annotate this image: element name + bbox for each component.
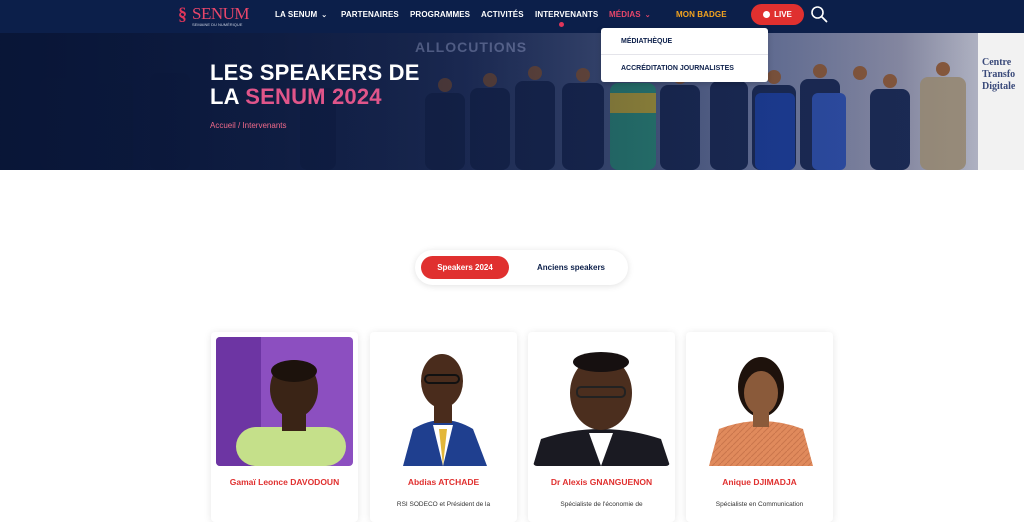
menu-item-mediatheque[interactable]: MÉDIATHÈQUE	[621, 38, 672, 45]
logo-text: SENUM	[192, 4, 250, 23]
speaker-card[interactable]: Dr Alexis GNANGUENON Spécialiste de l'éc…	[528, 332, 675, 522]
page-title-prefix: LA	[210, 84, 246, 109]
menu-item-accreditation[interactable]: ACCRÉDITATION JOURNALISTES	[621, 65, 734, 72]
nav-label: MON BADGE	[676, 10, 727, 19]
nav-label: MÉDIAS	[609, 10, 641, 19]
live-dot-icon	[763, 11, 771, 18]
top-navbar: § SENUM SEMAINE DU NUMÉRIQUE LA SENUM ⌄ P…	[0, 0, 1024, 33]
logo-mark-icon: §	[178, 4, 187, 24]
speaker-name: Anique DJIMADJA	[722, 477, 797, 487]
logo-subtitle: SEMAINE DU NUMÉRIQUE	[192, 22, 243, 27]
backdrop-banner-text: ALLOCUTIONS	[415, 39, 528, 55]
side-banner-line: Digitale	[982, 81, 1016, 92]
page-title-line1: LES SPEAKERS DE	[210, 60, 420, 85]
speaker-role: Spécialiste de l'économie de	[560, 501, 643, 508]
side-banner-panel: Centre Transfo Digitale	[978, 33, 1024, 170]
nav-label: ACTIVITÉS	[481, 10, 524, 19]
page-title-accent: SENUM 2024	[245, 84, 382, 109]
search-icon[interactable]	[810, 5, 828, 23]
hero-banner: ALLOCUTIONS Centre Transfo Digitale LES …	[0, 33, 1024, 170]
speaker-photo	[533, 337, 670, 466]
speaker-name: Gamaï Leonce DAVODOUN	[229, 477, 340, 487]
speaker-name: Abdias ATCHADE	[407, 477, 480, 487]
nav-label: INTERVENANTS	[535, 10, 599, 19]
speaker-card[interactable]: Gamaï Leonce DAVODOUN	[211, 332, 358, 522]
speaker-role: Spécialiste en Communication	[715, 501, 804, 508]
speaker-photo	[216, 337, 353, 466]
chevron-down-icon: ⌄	[644, 12, 651, 19]
tab-anciens-speakers[interactable]: Anciens speakers	[515, 256, 627, 279]
nav-item-medias[interactable]: MÉDIAS ⌄	[609, 10, 651, 19]
side-banner-line: Transfo	[982, 69, 1016, 80]
menu-divider	[601, 54, 768, 55]
speaker-photo	[375, 337, 512, 466]
speaker-card[interactable]: Anique DJIMADJA Spécialiste en Communica…	[686, 332, 833, 522]
nav-label: PROGRAMMES	[410, 10, 471, 19]
nav-label: PARTENAIRES	[341, 10, 399, 19]
side-banner-text: Centre Transfo Digitale	[982, 57, 1015, 93]
nav-item-la-senum[interactable]: LA SENUM ⌄	[275, 10, 327, 19]
nav-item-programmes[interactable]: PROGRAMMES	[410, 10, 470, 19]
nav-item-intervenants[interactable]: INTERVENANTS	[535, 10, 598, 19]
senum-logo[interactable]: § SENUM SEMAINE DU NUMÉRIQUE	[178, 3, 250, 29]
live-label: LIVE	[774, 10, 792, 19]
nav-item-partenaires[interactable]: PARTENAIRES	[341, 10, 399, 19]
active-nav-indicator	[559, 22, 564, 27]
nav-item-activites[interactable]: ACTIVITÉS	[481, 10, 524, 19]
nav-item-mon-badge[interactable]: MON BADGE	[676, 10, 727, 19]
speaker-tabs: Speakers 2024 Anciens speakers	[415, 250, 628, 285]
tab-speakers-2024[interactable]: Speakers 2024	[421, 256, 509, 279]
nav-label: LA SENUM	[275, 10, 318, 19]
live-button[interactable]: LIVE	[751, 4, 804, 25]
speaker-name: Dr Alexis GNANGUENON	[550, 477, 653, 487]
medias-dropdown-menu: MÉDIATHÈQUE ACCRÉDITATION JOURNALISTES	[601, 28, 768, 82]
page-title-line2: LA SENUM 2024	[210, 85, 420, 109]
speaker-role: RSI SODECO et Président de la	[396, 501, 491, 508]
page-title: LES SPEAKERS DE LA SENUM 2024	[210, 61, 420, 109]
side-banner-line: Centre	[982, 57, 1012, 68]
breadcrumb[interactable]: Accueil / Intervenants	[210, 121, 286, 130]
speaker-card[interactable]: Abdias ATCHADE RSI SODECO et Président d…	[370, 332, 517, 522]
speaker-photo	[691, 337, 828, 466]
chevron-down-icon: ⌄	[321, 12, 328, 19]
